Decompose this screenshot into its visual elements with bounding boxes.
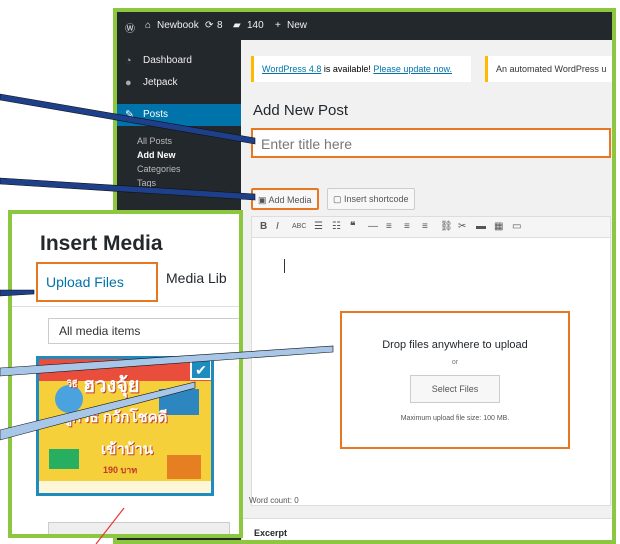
automated-notice: An automated WordPress u <box>485 56 612 82</box>
align-right-icon[interactable]: ≡ <box>422 221 428 232</box>
wordpress-logo-icon[interactable]: Ⓦ <box>125 20 135 35</box>
text-cursor <box>284 259 285 273</box>
tab-upload-files[interactable]: Upload Files <box>36 262 158 302</box>
fullscreen-icon[interactable]: ▭ <box>512 221 521 232</box>
align-center-icon[interactable]: ≡ <box>404 221 410 232</box>
new-link[interactable]: New <box>287 20 307 31</box>
media-filter-select[interactable]: All media items <box>48 318 239 344</box>
content-editor[interactable]: B I ABC ☰ ☷ ❝ — ≡ ≡ ≡ ⛓ ✂ ▬ ▦ ▭ Drop fil… <box>251 216 611 506</box>
jetpack-icon: ● <box>125 77 132 89</box>
sidebar-item-jetpack[interactable]: ● Jetpack <box>117 72 241 94</box>
cover-price: 190 บาท <box>103 465 138 475</box>
tab-media-library[interactable]: Media Lib <box>166 270 227 286</box>
cover-text-2: ฮวงจุ้ย <box>83 375 140 397</box>
add-media-label: Add Media <box>268 195 312 205</box>
update-now-link[interactable]: Please update now. <box>373 64 452 74</box>
media-icon: ▣ <box>258 195 267 205</box>
cover-text-3: ถูกวิธี กวักโชคดี <box>63 409 168 426</box>
comments-icon: ▰ <box>233 20 241 31</box>
drop-zone-or: or <box>451 359 459 366</box>
pin-icon: ✎ <box>125 109 135 121</box>
align-left-icon[interactable]: ≡ <box>386 221 392 232</box>
shortcode-icon: ▢ <box>333 194 342 204</box>
submenu-tags[interactable]: Tags <box>137 178 156 188</box>
update-version-link[interactable]: WordPress 4.8 <box>262 64 321 74</box>
word-count: Word count: 0 <box>249 496 299 505</box>
bold-icon[interactable]: B <box>260 221 267 232</box>
max-upload-size: Maximum upload file size: 100 MB. <box>400 415 510 422</box>
select-files-button[interactable]: Select Files <box>410 375 500 403</box>
home-icon: ⌂ <box>145 20 152 31</box>
drop-zone-title: Drop files anywhere to upload <box>382 339 528 351</box>
insert-media-screenshot: Insert Media Upload Files Media Lib All … <box>8 210 243 538</box>
editor-toolbar: B I ABC ☰ ☷ ❝ — ≡ ≡ ≡ ⛓ ✂ ▬ ▦ ▭ <box>252 217 610 238</box>
insert-shortcode-button[interactable]: ▢ Insert shortcode <box>327 188 415 210</box>
add-media-button[interactable]: ▣ Add Media <box>251 188 319 210</box>
media-modal-heading: Insert Media <box>40 232 163 255</box>
post-title-input[interactable]: Enter title here <box>251 128 611 158</box>
submenu-categories[interactable]: Categories <box>137 164 181 174</box>
sidebar-item-posts[interactable]: ✎ Posts <box>117 104 241 126</box>
plus-icon: + <box>275 20 281 31</box>
media-bottom-bar <box>48 522 230 534</box>
insert-shortcode-label: Insert shortcode <box>344 194 409 204</box>
dashboard-icon: ◔ <box>125 55 132 67</box>
submenu-add-new[interactable]: Add New <box>137 150 176 160</box>
sidebar-item-label: Jetpack <box>143 77 178 88</box>
update-notice: WordPress 4.8 is available! Please updat… <box>251 56 471 82</box>
read-more-icon[interactable]: ▬ <box>476 221 486 232</box>
link-icon[interactable]: ⛓ <box>440 221 453 232</box>
updates-count[interactable]: 8 <box>217 20 223 31</box>
sidebar-item-label: Posts <box>143 109 169 120</box>
submenu-all-posts[interactable]: All Posts <box>137 136 172 146</box>
tab-divider <box>12 306 239 307</box>
sidebar-item-label: Dashboard <box>143 55 192 66</box>
updates-icon: ⟳ <box>205 20 214 31</box>
comments-count[interactable]: 140 <box>247 20 264 31</box>
blockquote-icon[interactable]: ❝ <box>350 221 355 232</box>
strikethrough-icon[interactable]: ABC <box>292 223 306 230</box>
toolbar-toggle-icon[interactable]: ▦ <box>494 221 503 232</box>
update-notice-text: is available! <box>321 64 374 74</box>
cover-text-4: เข้าบ้าน <box>101 441 154 458</box>
checkmark-icon[interactable]: ✔ <box>190 359 211 380</box>
admin-bar: Ⓦ ⌂ Newbook ⟳ 8 ▰ 140 + New <box>117 12 612 40</box>
post-editor-content: WordPress 4.8 is available! Please updat… <box>241 40 612 540</box>
unlink-icon[interactable]: ✂ <box>458 221 466 232</box>
sidebar-item-dashboard[interactable]: ◔ Dashboard <box>117 50 241 72</box>
bullet-list-icon[interactable]: ☰ <box>314 221 323 232</box>
horizontal-line-icon[interactable]: — <box>368 221 378 232</box>
media-thumbnail[interactable]: วิธี ฮวงจุ้ย ถูกวิธี กวักโชคดี เข้าบ้าน … <box>36 356 214 496</box>
cover-text-1: วิธี <box>67 379 78 389</box>
page-title: Add New Post <box>253 102 349 119</box>
excerpt-box[interactable]: Excerpt <box>241 518 612 540</box>
site-name[interactable]: Newbook <box>157 20 199 31</box>
italic-icon[interactable]: I <box>276 221 279 232</box>
numbered-list-icon[interactable]: ☷ <box>332 221 341 232</box>
drop-zone[interactable]: Drop files anywhere to upload or Select … <box>340 311 570 449</box>
